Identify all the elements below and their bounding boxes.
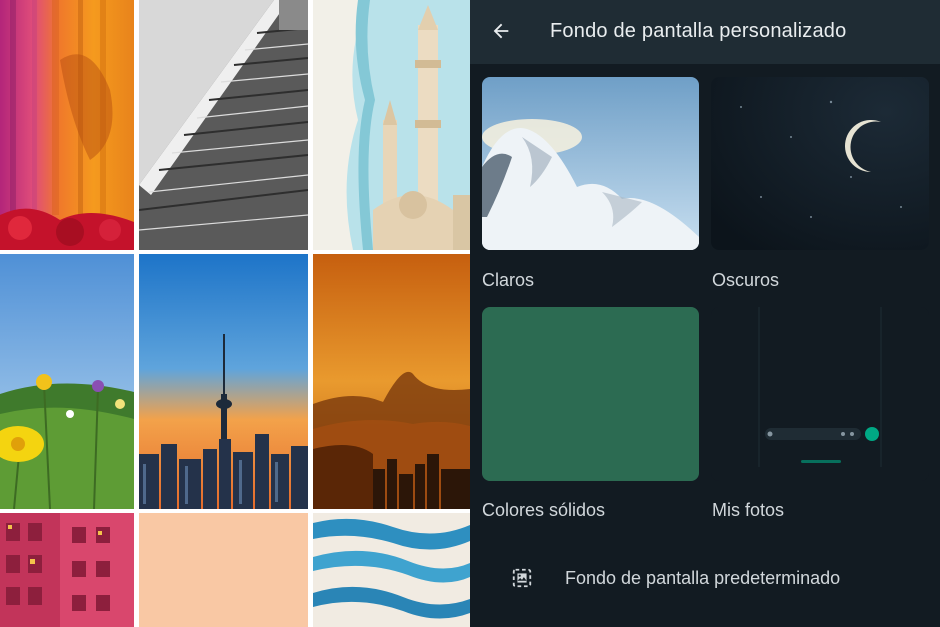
- dark-category-label: Oscuros: [712, 270, 780, 290]
- chat-mockup-preview: [758, 307, 882, 481]
- wallpaper-samples-grid: [0, 0, 470, 627]
- default-wallpaper-label: Fondo de pantalla predeterminado: [565, 567, 841, 588]
- wallpaper-dunes: [313, 513, 470, 627]
- wallpaper-pink-building: [0, 513, 134, 627]
- wallpaper-pyramid: [139, 0, 308, 250]
- wallpaper-mosque: [313, 0, 470, 250]
- my-photos-category-label: Mis fotos: [712, 500, 785, 520]
- light-wallpaper-preview: [482, 77, 699, 250]
- back-button[interactable]: [484, 14, 518, 48]
- page-title: Fondo de pantalla personalizado: [550, 20, 847, 42]
- arrow-left-icon: [493, 23, 509, 39]
- solid-colors-category-label: Colores sólidos: [482, 500, 606, 520]
- light-category-label: Claros: [482, 270, 535, 290]
- dark-wallpapers-card[interactable]: [711, 77, 929, 250]
- default-wallpaper-option[interactable]: Fondo de pantalla predeterminado: [500, 555, 920, 601]
- dark-wallpaper-preview: [711, 77, 929, 250]
- wallpaper-city-tower: [139, 254, 308, 509]
- image-placeholder-icon: [510, 566, 534, 590]
- wallpaper-peach: [139, 513, 308, 627]
- light-wallpapers-card[interactable]: [482, 77, 699, 250]
- wallpaper-settings-screen: Fondo de pantalla personalizado Claros O…: [470, 0, 940, 627]
- app-bar: Fondo de pantalla personalizado: [470, 0, 940, 64]
- wallpaper-sunset-mountains: [313, 254, 470, 509]
- wallpaper-curtains: [0, 0, 134, 250]
- my-photos-card[interactable]: [711, 307, 929, 481]
- wallpaper-meadow: [0, 254, 134, 509]
- solid-colors-card[interactable]: [482, 307, 699, 481]
